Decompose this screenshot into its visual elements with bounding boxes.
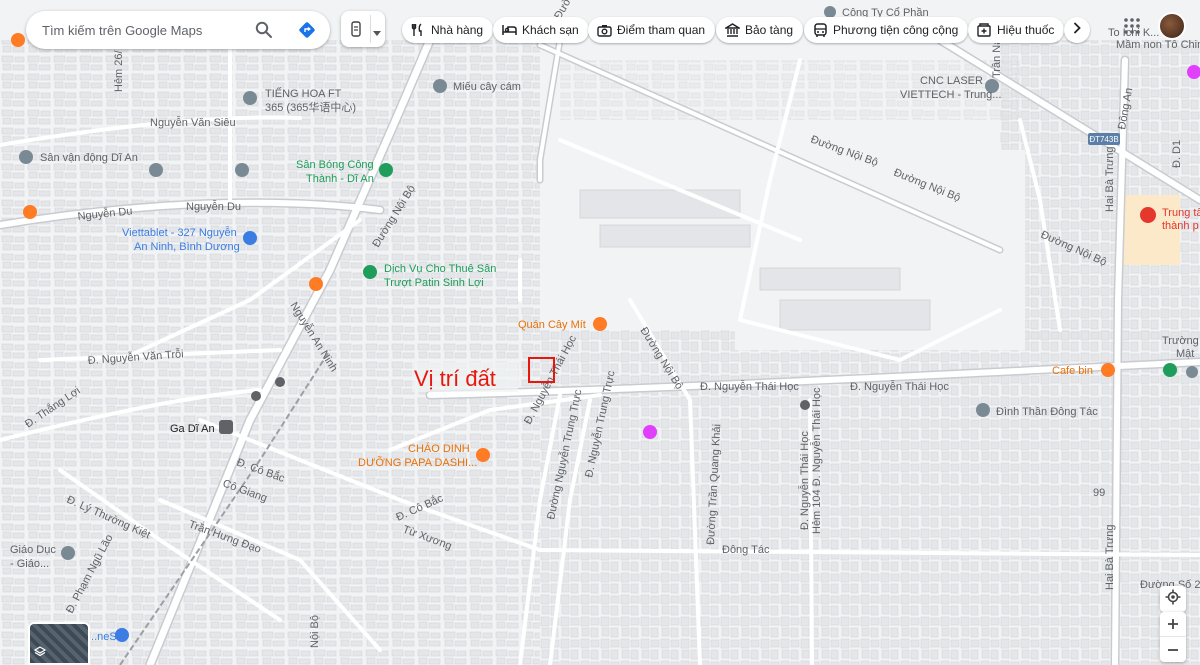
chip-label: Điểm tham quan (617, 23, 706, 37)
directions-icon[interactable] (297, 20, 317, 40)
poi-label: Thành - Dĩ An (306, 173, 374, 185)
satellite-layer-thumbnail[interactable] (28, 622, 90, 665)
chip-label: Khách sạn (522, 23, 579, 37)
chip-transit[interactable]: Phương tiện công cộng (804, 17, 969, 43)
chip-restaurants[interactable]: Nhà hàng (402, 17, 494, 43)
road-label: Hẻm 104 Đ. Nguyễn Thái Học (810, 387, 823, 534)
road-label: Đ. Nguyễn Thái Học (700, 380, 799, 393)
chip-label: Bảo tàng (745, 23, 794, 37)
target-icon (1165, 589, 1181, 610)
poi-label: Đình Thần Đông Tác (996, 406, 1098, 418)
poi-nes[interactable]: ...neS (88, 628, 129, 643)
my-location-button[interactable] (1160, 586, 1186, 612)
poi-bus-stop-icon[interactable] (275, 377, 285, 387)
poi-label: Miếu cây cám (453, 81, 521, 93)
poi-label: Trường (1162, 335, 1199, 347)
road-label: Đông Tác (722, 544, 770, 556)
poi-label: Giáo Dục (10, 544, 56, 556)
chevron-right-icon (1073, 21, 1081, 39)
layers-icon (33, 643, 47, 661)
chip-label: Hiệu thuốc (997, 23, 1055, 37)
bed-icon (501, 22, 517, 38)
chip-label: Nhà hàng (431, 23, 484, 37)
chips-next-button[interactable] (1064, 17, 1090, 43)
poi-label: Mật (1176, 348, 1194, 360)
poi-school-icon[interactable] (235, 163, 249, 177)
chip-hotels[interactable]: Khách sạn (493, 17, 589, 43)
poi-label: An Ninh, Bình Dương (134, 241, 240, 253)
zoom-out-button[interactable] (1160, 637, 1186, 662)
poi-bus-stop-icon[interactable] (800, 400, 810, 410)
poi-label: TIẾNG HOA FT (265, 87, 342, 100)
poi-label: Cafe bin (1052, 365, 1093, 377)
poi-label: Mầm non Tô Chim (1116, 39, 1200, 51)
camera-icon (596, 22, 612, 38)
poi-label: Sân vận động Dĩ An (40, 152, 138, 164)
poi-bus-stop-icon[interactable] (251, 391, 261, 401)
poi-label: DƯỠNG PAPA DASHI... (358, 456, 477, 469)
search-icon[interactable] (254, 20, 274, 40)
museum-icon (724, 22, 740, 38)
poi-restaurant-icon[interactable] (11, 33, 25, 47)
road-label: 99 (1093, 487, 1105, 499)
fork-knife-icon (410, 22, 426, 38)
chip-museums[interactable]: Bảo tàng (716, 17, 804, 43)
road-label: Nội Bộ (309, 615, 321, 648)
poi-label: VIETTECH - Trung... (900, 89, 1001, 101)
restroom-icon (350, 21, 362, 37)
layers-toggle-button[interactable] (341, 11, 385, 47)
pharmacy-icon (976, 22, 992, 38)
chip-pharmacies[interactable]: Hiệu thuốc (968, 17, 1065, 43)
highway-shield-label: ĐT743B (1089, 135, 1118, 144)
chip-attractions[interactable]: Điểm tham quan (588, 17, 716, 43)
road-label: Nguyễn Văn Siêu (150, 116, 236, 129)
poi-label: - Giáo... (10, 558, 49, 570)
plus-icon (1168, 619, 1178, 629)
bus-icon (812, 22, 828, 38)
road-label: Hai Bà Trưng (1104, 525, 1116, 590)
avatar[interactable] (1158, 12, 1186, 40)
search-box[interactable] (26, 11, 330, 49)
poi-label: ...neS (88, 631, 117, 643)
road-label: Đ. Nguyễn Thái Học (798, 431, 811, 530)
poi-label: Trượt Patin Sinh Lợi (384, 277, 484, 289)
poi-label: Quán Cây Mít (518, 319, 586, 331)
chip-label: Phương tiện công cộng (833, 23, 959, 37)
zoom-controls (1160, 612, 1186, 662)
road-label: Hẻm 26/ (113, 49, 125, 92)
poi-label: Sân Bóng Công (296, 159, 374, 171)
poi-label: 365 (365华语中心) (265, 100, 356, 114)
road-label: Đ. D1 (1171, 140, 1183, 168)
road-label: Hai Bà Trưng (1104, 147, 1116, 212)
poi-ga-di-an[interactable]: Ga Dĩ An (170, 420, 233, 435)
zoom-in-button[interactable] (1160, 612, 1186, 637)
poi-hotel-icon[interactable] (643, 425, 657, 439)
road-label: Đ. Nguyễn Thái Học (850, 380, 949, 393)
poi-label: CNC LASER (920, 75, 983, 87)
poi-school-icon[interactable] (149, 163, 163, 177)
poi-label: thành p (1162, 220, 1199, 232)
poi-cafe-bin[interactable]: Cafe bin (1052, 363, 1115, 377)
land-location-label: Vị trí đất (414, 366, 496, 391)
poi-label: CHÁO DINH (408, 442, 470, 455)
poi-restaurant-icon[interactable] (309, 277, 323, 291)
poi-label: Ga Dĩ An (170, 423, 215, 435)
minus-icon (1168, 648, 1178, 651)
poi-label: Viettablet - 327 Nguyễn (122, 226, 237, 239)
poi-restaurant-icon[interactable] (23, 205, 37, 219)
search-input[interactable] (42, 22, 242, 38)
poi-label: Dịch Vụ Cho Thuê Sân (384, 263, 496, 275)
road-label: Nguyễn Du (186, 200, 241, 213)
poi-label: Trung tâ (1162, 207, 1200, 219)
chevron-down-icon[interactable] (373, 24, 381, 42)
apps-grid-icon[interactable] (1122, 16, 1142, 36)
map-canvas[interactable]: ĐT743B Hẻm 26/ Nguyễn Văn Siêu Nguyễn Du… (0, 0, 1200, 665)
